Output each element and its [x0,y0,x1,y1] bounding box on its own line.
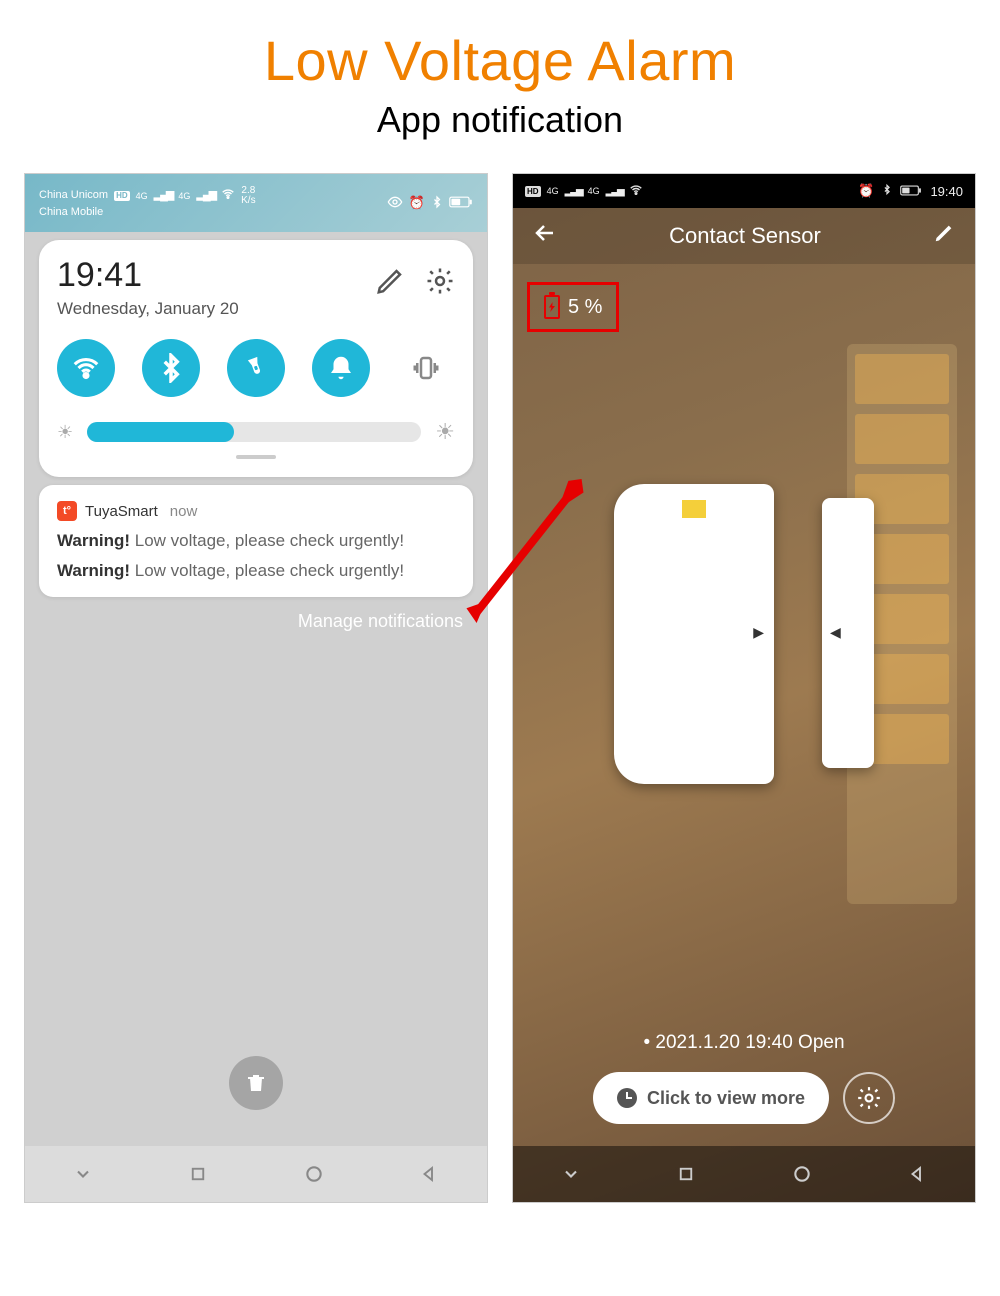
notification-line-2: Warning! Low voltage, please check urgen… [57,561,455,581]
nav-bar-left [25,1146,487,1202]
drag-handle-icon[interactable] [236,455,276,459]
signal-icon: ▂▃▅ [606,186,623,197]
edit-icon[interactable] [933,222,955,250]
nav-home-icon[interactable] [791,1163,813,1185]
hd-badge: HD [525,186,541,197]
sensor-led [682,500,706,518]
speed-unit: K/s [241,196,255,206]
notification-toggle[interactable] [312,339,370,397]
contact-sensor-graphic: ▶ ◀ [614,484,874,784]
app-title: Contact Sensor [557,223,933,249]
notification-line-1: Warning! Low voltage, please check urgen… [57,531,455,551]
bluetooth-icon [882,183,892,199]
tuya-app-icon: t° [57,501,77,521]
low-battery-icon [544,295,560,319]
notification-card[interactable]: t° TuyaSmart now Warning! Low voltage, p… [39,485,473,597]
wifi-icon [629,183,643,200]
back-icon[interactable] [533,221,557,251]
view-more-button[interactable]: Click to view more [593,1072,829,1124]
battery-warning-badge: 5 % [527,282,619,332]
bluetooth-toggle[interactable] [142,339,200,397]
settings-button[interactable] [843,1072,895,1124]
view-more-label: Click to view more [647,1088,805,1109]
notification-time: now [170,503,198,520]
alarm-icon: ⏰ [858,183,874,199]
net-4g: 4G [178,191,190,202]
wifi-toggle[interactable] [57,339,115,397]
flashlight-toggle[interactable] [219,331,293,405]
notification-app-name: TuyaSmart [85,503,158,520]
nav-bar-right [513,1146,975,1202]
status-time: 19:40 [930,184,963,199]
brightness-high-icon: ☀ [435,419,455,445]
status-bar-left: China Unicom HD 4G ▂▄▆ 4G ▂▄▆ 2.8 K/s Ch… [25,174,487,232]
vibrate-toggle[interactable] [397,339,455,397]
gear-icon[interactable] [425,266,455,302]
brightness-low-icon: ☀ [57,422,73,443]
battery-percent: 5 % [568,296,602,319]
bluetooth-icon [431,195,443,212]
hd-badge: HD [114,191,130,201]
carrier-2: China Mobile [39,206,256,220]
alarm-icon: ⏰ [409,195,425,211]
nav-down-icon[interactable] [560,1163,582,1185]
brightness-slider[interactable] [87,422,421,442]
net-4g: 4G [136,191,148,202]
page-title: Low Voltage Alarm [0,28,1000,93]
battery-icon [900,184,922,199]
signal-icon: ▂▃▅ [565,186,582,197]
phone-left: China Unicom HD 4G ▂▄▆ 4G ▂▄▆ 2.8 K/s Ch… [24,173,488,1203]
arrow-right-icon: ▶ [753,624,764,641]
nav-recent-icon[interactable] [187,1163,209,1185]
nav-back-icon[interactable] [418,1163,440,1185]
arrow-left-icon: ◀ [830,624,841,641]
status-bar-right: HD 4G ▂▃▅ 4G ▂▃▅ ⏰ 19:40 [513,174,975,208]
clear-all-button[interactable] [229,1056,283,1110]
net-4g: 4G [547,186,559,196]
net-4g: 4G [588,186,600,196]
signal-icon: ▂▄▆ [196,189,215,203]
signal-icon: ▂▄▆ [154,189,173,203]
pencil-icon[interactable] [375,266,405,302]
qs-time: 19:41 [57,256,239,295]
page-subtitle: App notification [0,99,1000,141]
qs-date: Wednesday, January 20 [57,299,239,319]
last-event-text: 2021.1.20 19:40 Open [513,1032,975,1054]
clock-icon [617,1088,637,1108]
app-header: Contact Sensor [513,208,975,264]
nav-down-icon[interactable] [72,1163,94,1185]
phone-right: HD 4G ▂▃▅ 4G ▂▃▅ ⏰ 19:40 Contact Sensor [512,173,976,1203]
nav-back-icon[interactable] [906,1163,928,1185]
manage-notifications[interactable]: Manage notifications [25,611,463,632]
battery-icon [449,196,473,211]
nav-recent-icon[interactable] [675,1163,697,1185]
quick-settings-panel: 19:41 Wednesday, January 20 [39,240,473,477]
eye-icon [387,194,403,213]
nav-home-icon[interactable] [303,1163,325,1185]
carrier-1: China Unicom [39,189,108,203]
wifi-icon [221,187,235,206]
